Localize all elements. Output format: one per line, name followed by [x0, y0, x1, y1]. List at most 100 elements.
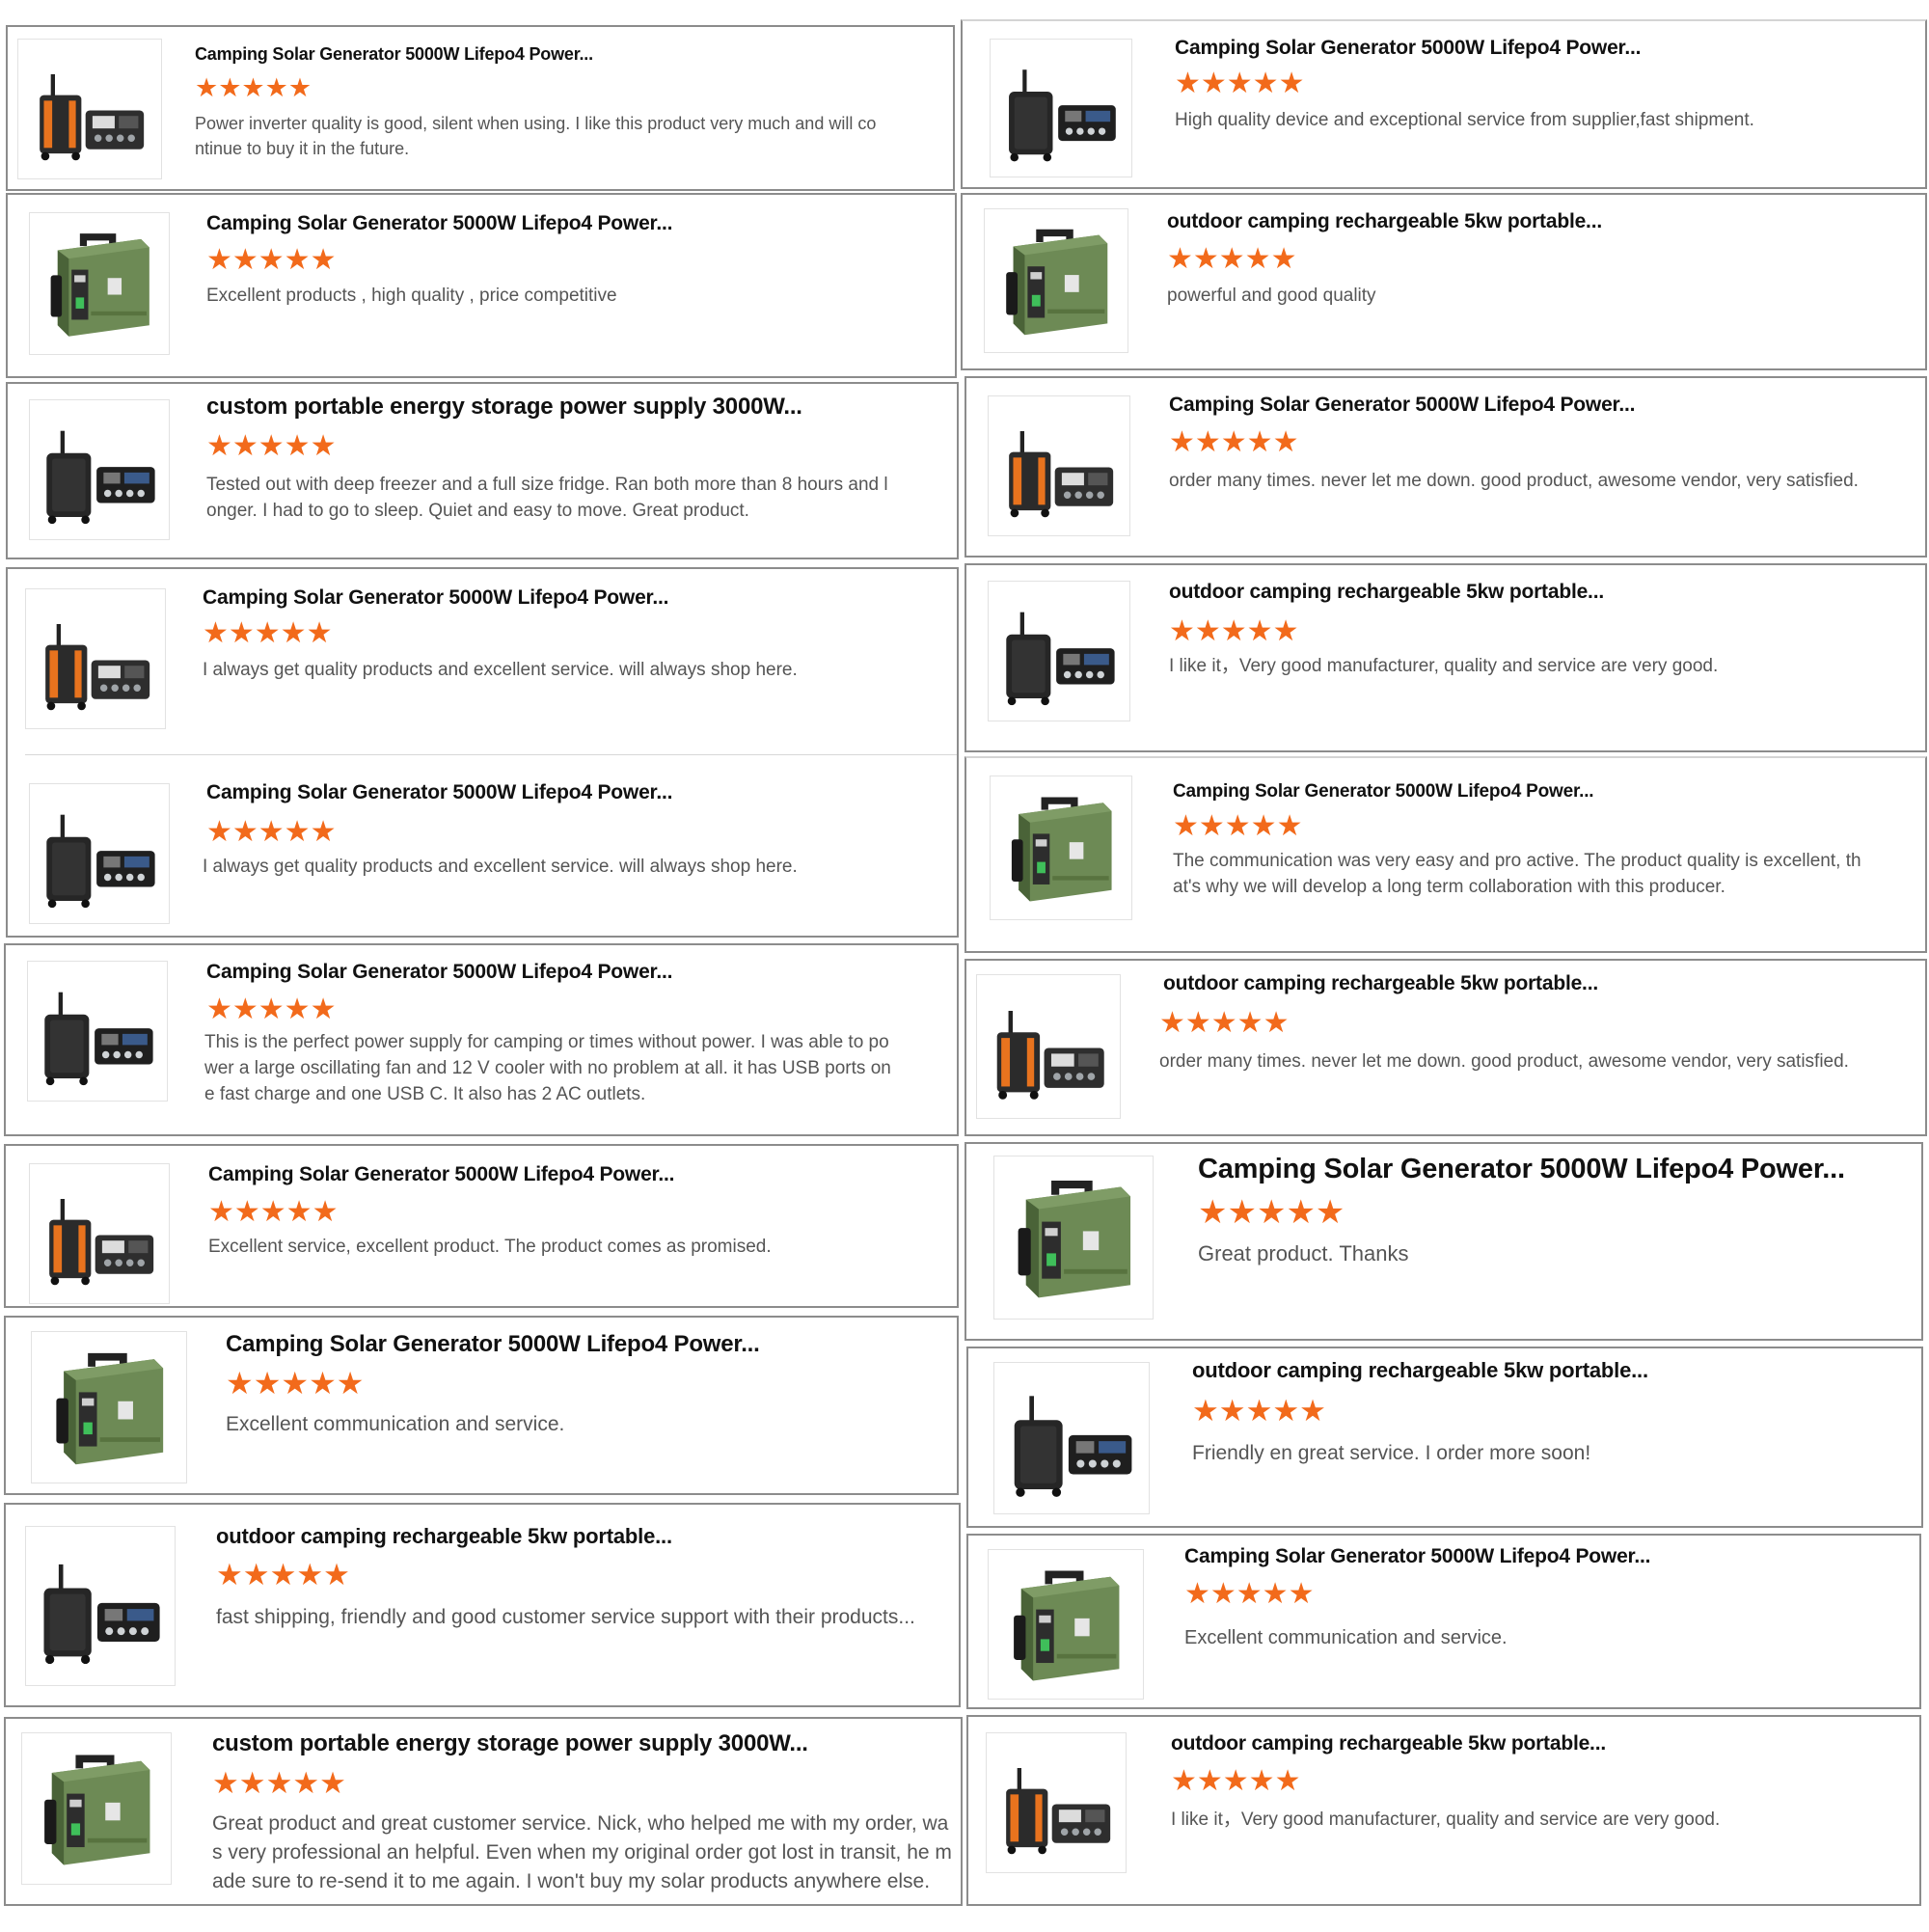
review-card[interactable]: Camping Solar Generator 5000W Lifepo4 Po… [6, 193, 957, 378]
review-card[interactable]: custom portable energy storage power sup… [4, 1717, 963, 1906]
reviews-collage: { "accent_color": "#f26a1b", "stars_glyp… [0, 0, 1929, 1932]
star-rating: ★★★★★ [1169, 425, 1299, 459]
generator-green-case-icon [30, 213, 169, 354]
product-thumbnail[interactable] [29, 783, 170, 924]
product-thumbnail[interactable] [993, 1362, 1150, 1514]
product-thumbnail[interactable] [29, 212, 170, 355]
star-rating: ★★★★★ [1198, 1193, 1345, 1232]
product-thumbnail[interactable] [988, 395, 1130, 536]
generator-green-case-icon [991, 776, 1131, 919]
product-title[interactable]: outdoor camping rechargeable 5kw portabl… [1169, 581, 1604, 604]
review-text: Great product. Thanks [1198, 1241, 1409, 1265]
product-title[interactable]: outdoor camping rechargeable 5kw portabl… [1163, 972, 1598, 995]
review-card[interactable]: outdoor camping rechargeable 5kw portabl… [964, 563, 1927, 752]
review-text: Friendly en great service. I order more … [1192, 1442, 1591, 1464]
product-thumbnail[interactable] [21, 1732, 172, 1885]
generator-black-orange-icon [30, 1164, 169, 1303]
product-title[interactable]: outdoor camping rechargeable 5kw portabl… [1171, 1732, 1606, 1755]
product-thumbnail[interactable] [17, 39, 162, 179]
generator-green-case-icon [985, 209, 1128, 352]
review-text: Excellent service, excellent product. Th… [208, 1237, 772, 1257]
product-thumbnail[interactable] [990, 776, 1132, 920]
product-title[interactable]: outdoor camping rechargeable 5kw portabl… [216, 1524, 672, 1549]
generator-black-case-icon [30, 784, 169, 923]
generator-green-case-icon [989, 1550, 1143, 1699]
product-title[interactable]: custom portable energy storage power sup… [212, 1730, 808, 1757]
product-thumbnail[interactable] [984, 208, 1128, 353]
product-thumbnail[interactable] [990, 39, 1132, 177]
star-rating: ★★★★★ [206, 993, 337, 1026]
generator-green-case-icon [32, 1332, 186, 1483]
generator-black-case-icon [30, 400, 169, 539]
generator-black-case-icon [989, 582, 1129, 721]
review-text: I like it，Very good manufacturer, qualit… [1171, 1810, 1721, 1830]
product-thumbnail[interactable] [988, 581, 1130, 721]
star-rating: ★★★★★ [1171, 1764, 1301, 1798]
product-thumbnail[interactable] [25, 1526, 176, 1686]
review-card[interactable]: outdoor camping rechargeable 5kw portabl… [964, 959, 1927, 1136]
product-title[interactable]: Camping Solar Generator 5000W Lifepo4 Po… [206, 212, 672, 235]
product-title[interactable]: Camping Solar Generator 5000W Lifepo4 Po… [1169, 394, 1635, 417]
review-text: The communication was very easy and pro … [1173, 851, 1861, 897]
generator-black-case-icon [991, 40, 1131, 177]
review-card[interactable]: Camping Solar Generator 5000W Lifepo4 Po… [964, 756, 1927, 953]
product-title[interactable]: outdoor camping rechargeable 5kw portabl… [1192, 1358, 1648, 1383]
product-thumbnail[interactable] [29, 399, 170, 540]
product-thumbnail[interactable] [988, 1549, 1144, 1700]
product-title[interactable]: Camping Solar Generator 5000W Lifepo4 Po… [206, 781, 672, 804]
product-title[interactable]: Camping Solar Generator 5000W Lifepo4 Po… [226, 1331, 760, 1358]
generator-black-case-icon [26, 1527, 175, 1685]
product-thumbnail[interactable] [31, 1331, 187, 1483]
product-thumbnail[interactable] [29, 1163, 170, 1304]
product-title[interactable]: Camping Solar Generator 5000W Lifepo4 Po… [208, 1163, 674, 1186]
product-title[interactable]: outdoor camping rechargeable 5kw portabl… [1167, 210, 1602, 233]
product-thumbnail[interactable] [25, 588, 166, 729]
generator-green-case-icon [994, 1156, 1153, 1319]
review-text: Great product and great customer service… [212, 1812, 952, 1892]
review-card[interactable]: Camping Solar Generator 5000W Lifepo4 Po… [961, 19, 1927, 189]
review-card[interactable]: Camping Solar Generator 5000W Lifepo4 Po… [4, 1144, 959, 1308]
star-rating: ★★★★★ [216, 1558, 350, 1592]
review-card[interactable]: Camping Solar Generator 5000W Lifepo4 Po… [6, 567, 959, 938]
review-card[interactable]: custom portable energy storage power sup… [6, 382, 959, 559]
product-title[interactable]: Camping Solar Generator 5000W Lifepo4 Po… [195, 44, 593, 65]
review-card[interactable]: Camping Solar Generator 5000W Lifepo4 Po… [4, 1316, 959, 1495]
product-title[interactable]: Camping Solar Generator 5000W Lifepo4 Po… [1198, 1154, 1845, 1185]
review-card[interactable]: Camping Solar Generator 5000W Lifepo4 Po… [6, 25, 955, 191]
star-rating: ★★★★★ [206, 815, 337, 849]
star-rating: ★★★★★ [1175, 67, 1305, 100]
star-rating: ★★★★★ [206, 429, 337, 463]
review-card[interactable]: outdoor camping rechargeable 5kw portabl… [961, 193, 1927, 370]
review-text: Tested out with deep freezer and a full … [206, 475, 888, 521]
star-rating: ★★★★★ [206, 243, 337, 277]
review-card[interactable]: outdoor camping rechargeable 5kw portabl… [4, 1503, 961, 1707]
product-title[interactable]: Camping Solar Generator 5000W Lifepo4 Po… [1184, 1545, 1650, 1568]
product-title[interactable]: Camping Solar Generator 5000W Lifepo4 Po… [203, 586, 668, 610]
review-text: order many times. never let me down. goo… [1159, 1051, 1849, 1072]
product-title[interactable]: custom portable energy storage power sup… [206, 394, 802, 421]
product-thumbnail[interactable] [993, 1156, 1154, 1320]
product-thumbnail[interactable] [986, 1732, 1127, 1873]
generator-black-case-icon [994, 1363, 1149, 1513]
star-rating: ★★★★★ [195, 73, 312, 103]
review-text: I like it，Very good manufacturer, qualit… [1169, 656, 1719, 676]
product-title[interactable]: Camping Solar Generator 5000W Lifepo4 Po… [1175, 37, 1641, 60]
review-card[interactable]: outdoor camping rechargeable 5kw portabl… [966, 1347, 1923, 1528]
review-card[interactable]: Camping Solar Generator 5000W Lifepo4 Po… [4, 943, 959, 1136]
generator-black-case-icon [28, 962, 167, 1101]
star-rating: ★★★★★ [208, 1195, 339, 1229]
star-rating: ★★★★★ [1173, 809, 1303, 843]
product-thumbnail[interactable] [27, 961, 168, 1102]
product-thumbnail[interactable] [976, 974, 1121, 1119]
review-text: fast shipping, friendly and good custome… [216, 1606, 915, 1628]
star-rating: ★★★★★ [203, 616, 333, 650]
review-text: Excellent communication and service. [1184, 1627, 1508, 1648]
product-title[interactable]: Camping Solar Generator 5000W Lifepo4 Po… [1173, 781, 1594, 803]
star-rating: ★★★★★ [212, 1766, 346, 1801]
product-title[interactable]: Camping Solar Generator 5000W Lifepo4 Po… [206, 961, 672, 984]
review-card[interactable]: Camping Solar Generator 5000W Lifepo4 Po… [964, 376, 1927, 558]
star-rating: ★★★★★ [1159, 1006, 1290, 1040]
review-card[interactable]: Camping Solar Generator 5000W Lifepo4 Po… [964, 1142, 1923, 1341]
review-card[interactable]: Camping Solar Generator 5000W Lifepo4 Po… [966, 1534, 1921, 1709]
review-card[interactable]: outdoor camping rechargeable 5kw portabl… [966, 1715, 1921, 1906]
